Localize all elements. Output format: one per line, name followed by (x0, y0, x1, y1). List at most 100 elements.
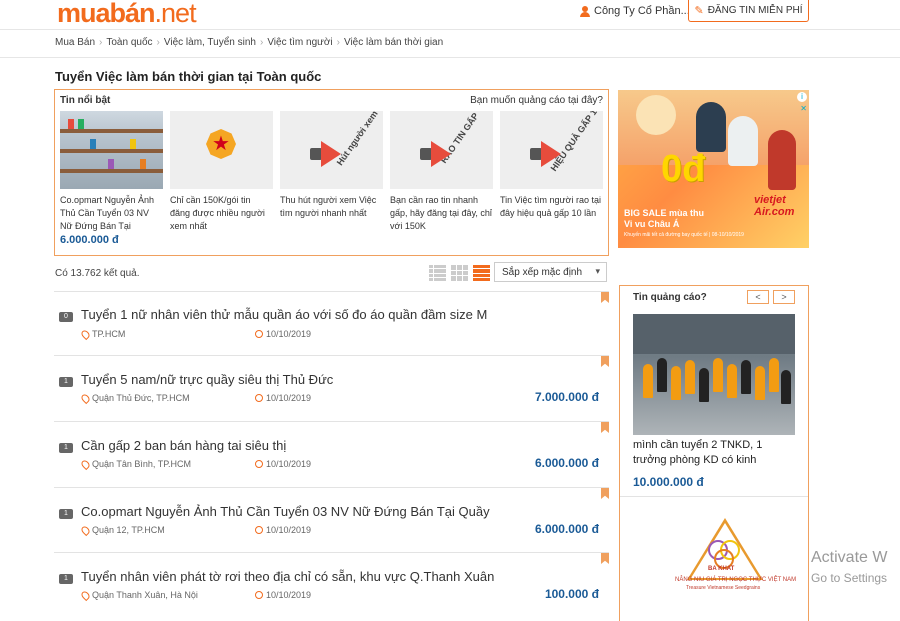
featured-item[interactable]: RAO TIN GẤP Bạn cần rao tin nhanh gấp, h… (390, 111, 493, 233)
banner-brand: vietjet Air.com (754, 194, 795, 218)
featured-listings: Tin nổi bật Bạn muốn quảng cáo tại đây? … (54, 89, 609, 256)
featured-item-price: 6.000.000 đ (60, 234, 119, 246)
page-title: Tuyển Việc làm bán thời gian tại Toàn qu… (55, 69, 322, 84)
listing-location: Quận Thủ Đức, TP.HCM (79, 392, 190, 404)
clock-icon (255, 394, 263, 402)
listing-location: TP.HCM (79, 328, 125, 340)
grid-view-icon[interactable] (451, 265, 468, 281)
listing-title[interactable]: Tuyển 5 nam/nữ trực quầy siêu thị Thủ Đứ… (81, 372, 333, 387)
breadcrumb-separator-icon: › (336, 37, 340, 48)
bookmark-icon[interactable] (601, 356, 609, 367)
location-pin-icon (79, 589, 92, 601)
clock-icon (255, 460, 263, 468)
featured-item-text: Tin Việc tìm người rao tại đây hiệu quả … (500, 195, 601, 218)
listing-location: Quận Tân Bình, TP.HCM (79, 458, 191, 470)
listing-title[interactable]: Tuyển nhân viên phát tờ rơi theo địa chỉ… (81, 569, 494, 584)
featured-item[interactable]: Hút người xem Thu hút người xem Việc tìm… (280, 111, 383, 220)
clock-icon (255, 591, 263, 599)
user-name: Công Ty Cổ Phần... (594, 5, 690, 17)
camera-icon: 0 (59, 312, 73, 322)
listing-item[interactable]: 0 Tuyển 1 nữ nhân viên thử mẫu quần áo v… (54, 291, 609, 355)
location-pin-icon (79, 524, 92, 536)
camera-icon: 1 (59, 377, 73, 387)
breadcrumb-separator-icon: › (99, 37, 103, 48)
chevron-down-icon: ▾ (595, 266, 600, 276)
location-pin-icon (79, 328, 92, 340)
featured-thumbnail-megaphone: Hút người xem (280, 111, 383, 189)
banner-price: 0đ (661, 148, 706, 190)
listing-title[interactable]: Co.opmart Nguyễn Ảnh Thủ Cần Tuyển 03 NV… (81, 504, 490, 519)
clock-icon (255, 526, 263, 534)
featured-item[interactable]: ★ Chỉ cần 150K/gói tin đăng được nhiều n… (170, 111, 273, 233)
listing-price: 6.000.000 đ (534, 522, 599, 536)
listing-date: 10/10/2019 (255, 525, 311, 535)
ad-close-icon[interactable]: ✕ (800, 104, 807, 113)
carousel-prev-button[interactable]: < (747, 290, 769, 304)
listing-price: 6.000.000 đ (534, 456, 599, 470)
listing-item[interactable]: 1 Tuyển 5 nam/nữ trực quầy siêu thị Thủ … (54, 355, 609, 421)
top-header: muabán.net Công Ty Cổ Phần... ✎ ĐĂNG TIN… (0, 0, 900, 30)
vietjet-banner-ad[interactable]: 0đ BIG SALE mùa thu Vi vu Châu Á Khuyến … (618, 90, 809, 248)
bookmark-icon[interactable] (601, 292, 609, 303)
breadcrumb-item[interactable]: Toàn quốc (106, 37, 152, 48)
featured-item[interactable]: HIỆU QUẢ GẤP 10 Tin Việc tìm người rao t… (500, 111, 603, 220)
carousel-next-button[interactable]: > (773, 290, 795, 304)
listing-title[interactable]: Cần gấp 2 ban bán hàng tai siêu thị (81, 438, 286, 453)
camera-icon: 1 (59, 509, 73, 519)
listing-date: 10/10/2019 (255, 459, 311, 469)
list-view-icon[interactable] (429, 265, 446, 281)
featured-heading: Tin nổi bật (60, 95, 111, 106)
sort-select-value: Sắp xếp mặc định (502, 266, 583, 278)
sidebar-ads: Tin quảng cáo? < > mình cần tuyển 2 TNKD… (619, 285, 809, 621)
breadcrumb-separator-icon: › (156, 37, 160, 48)
sidebar-ad-text[interactable]: mình cần tuyển 2 TNKD, 1 trưởng phòng KD… (633, 438, 798, 468)
location-pin-icon (79, 392, 92, 404)
sidebar-ads-heading: Tin quảng cáo? (633, 292, 707, 303)
camera-icon: 1 (59, 574, 73, 584)
breadcrumb-item[interactable]: Việc làm, Tuyển sinh (164, 37, 256, 48)
listing-date: 10/10/2019 (255, 590, 311, 600)
bookmark-icon[interactable] (601, 422, 609, 433)
post-button-label: ĐĂNG TIN MIỄN PHÍ (707, 5, 803, 16)
clock-icon (255, 330, 263, 338)
megaphone-icon (310, 141, 344, 167)
sidebar-logo-ad[interactable]: BA KHAT NÂNG NIU GIÁ TRỊ NGỌC THỰC VIỆT … (670, 518, 796, 613)
location-pin-icon (79, 458, 92, 470)
sidebar-ad-photo[interactable] (633, 314, 795, 435)
sidebar-ad-price: 10.000.000 đ (633, 475, 704, 489)
sort-select[interactable]: Sắp xếp mặc định ▾ (494, 262, 607, 282)
site-logo[interactable]: muabán.net (57, 0, 197, 29)
featured-thumbnail-megaphone: RAO TIN GẤP (390, 111, 493, 189)
logo-brand-text: BA KHAT (708, 566, 735, 572)
logo-slogan: NÂNG NIU GIÁ TRỊ NGỌC THỰC VIỆT NAM (675, 577, 797, 583)
pencil-icon: ✎ (694, 5, 704, 17)
featured-thumbnail-store (60, 111, 163, 189)
breadcrumb-item-current: Việc làm bán thời gian (343, 37, 444, 48)
ad-info-icon[interactable]: i (797, 92, 807, 102)
breadcrumb-item[interactable]: Mua Bán (55, 37, 95, 48)
featured-item-text: Co.opmart Nguyễn Ảnh Thủ Cần Tuyển 03 NV… (60, 195, 155, 231)
advertise-here-link[interactable]: Bạn muốn quảng cáo tại đây? (470, 95, 603, 106)
camera-icon: 1 (59, 443, 73, 453)
compact-view-icon[interactable] (473, 265, 490, 281)
listing-item[interactable]: 1 Cần gấp 2 ban bán hàng tai siêu thị Qu… (54, 421, 609, 487)
bookmark-icon[interactable] (601, 553, 609, 564)
featured-item[interactable]: Co.opmart Nguyễn Ảnh Thủ Cần Tuyển 03 NV… (60, 111, 163, 246)
listing-location: Quận Thanh Xuân, Hà Nội (79, 589, 198, 601)
post-free-ad-button[interactable]: ✎ ĐĂNG TIN MIỄN PHÍ (688, 0, 809, 22)
megaphone-icon (420, 141, 454, 167)
listing-date: 10/10/2019 (255, 329, 311, 339)
featured-item-text: Thu hút người xem Việc tìm người nhanh n… (280, 195, 377, 218)
logo-text-main: muabán (57, 0, 156, 28)
listing-location: Quận 12, TP.HCM (79, 524, 165, 536)
listing-price: 7.000.000 đ (534, 390, 599, 404)
featured-thumbnail-megaphone: HIỆU QUẢ GẤP 10 (500, 111, 603, 189)
breadcrumb-divider (0, 57, 900, 58)
bookmark-icon[interactable] (601, 488, 609, 499)
user-account-link[interactable]: Công Ty Cổ Phần... (580, 5, 690, 17)
listing-item[interactable]: 1 Tuyển nhân viên phát tờ rơi theo địa c… (54, 552, 609, 621)
listing-item[interactable]: 1 Co.opmart Nguyễn Ảnh Thủ Cần Tuyển 03 … (54, 487, 609, 552)
listing-title[interactable]: Tuyển 1 nữ nhân viên thử mẫu quần áo với… (81, 307, 487, 322)
breadcrumb-item[interactable]: Việc tìm người (267, 37, 332, 48)
star-icon: ★ (212, 133, 230, 155)
